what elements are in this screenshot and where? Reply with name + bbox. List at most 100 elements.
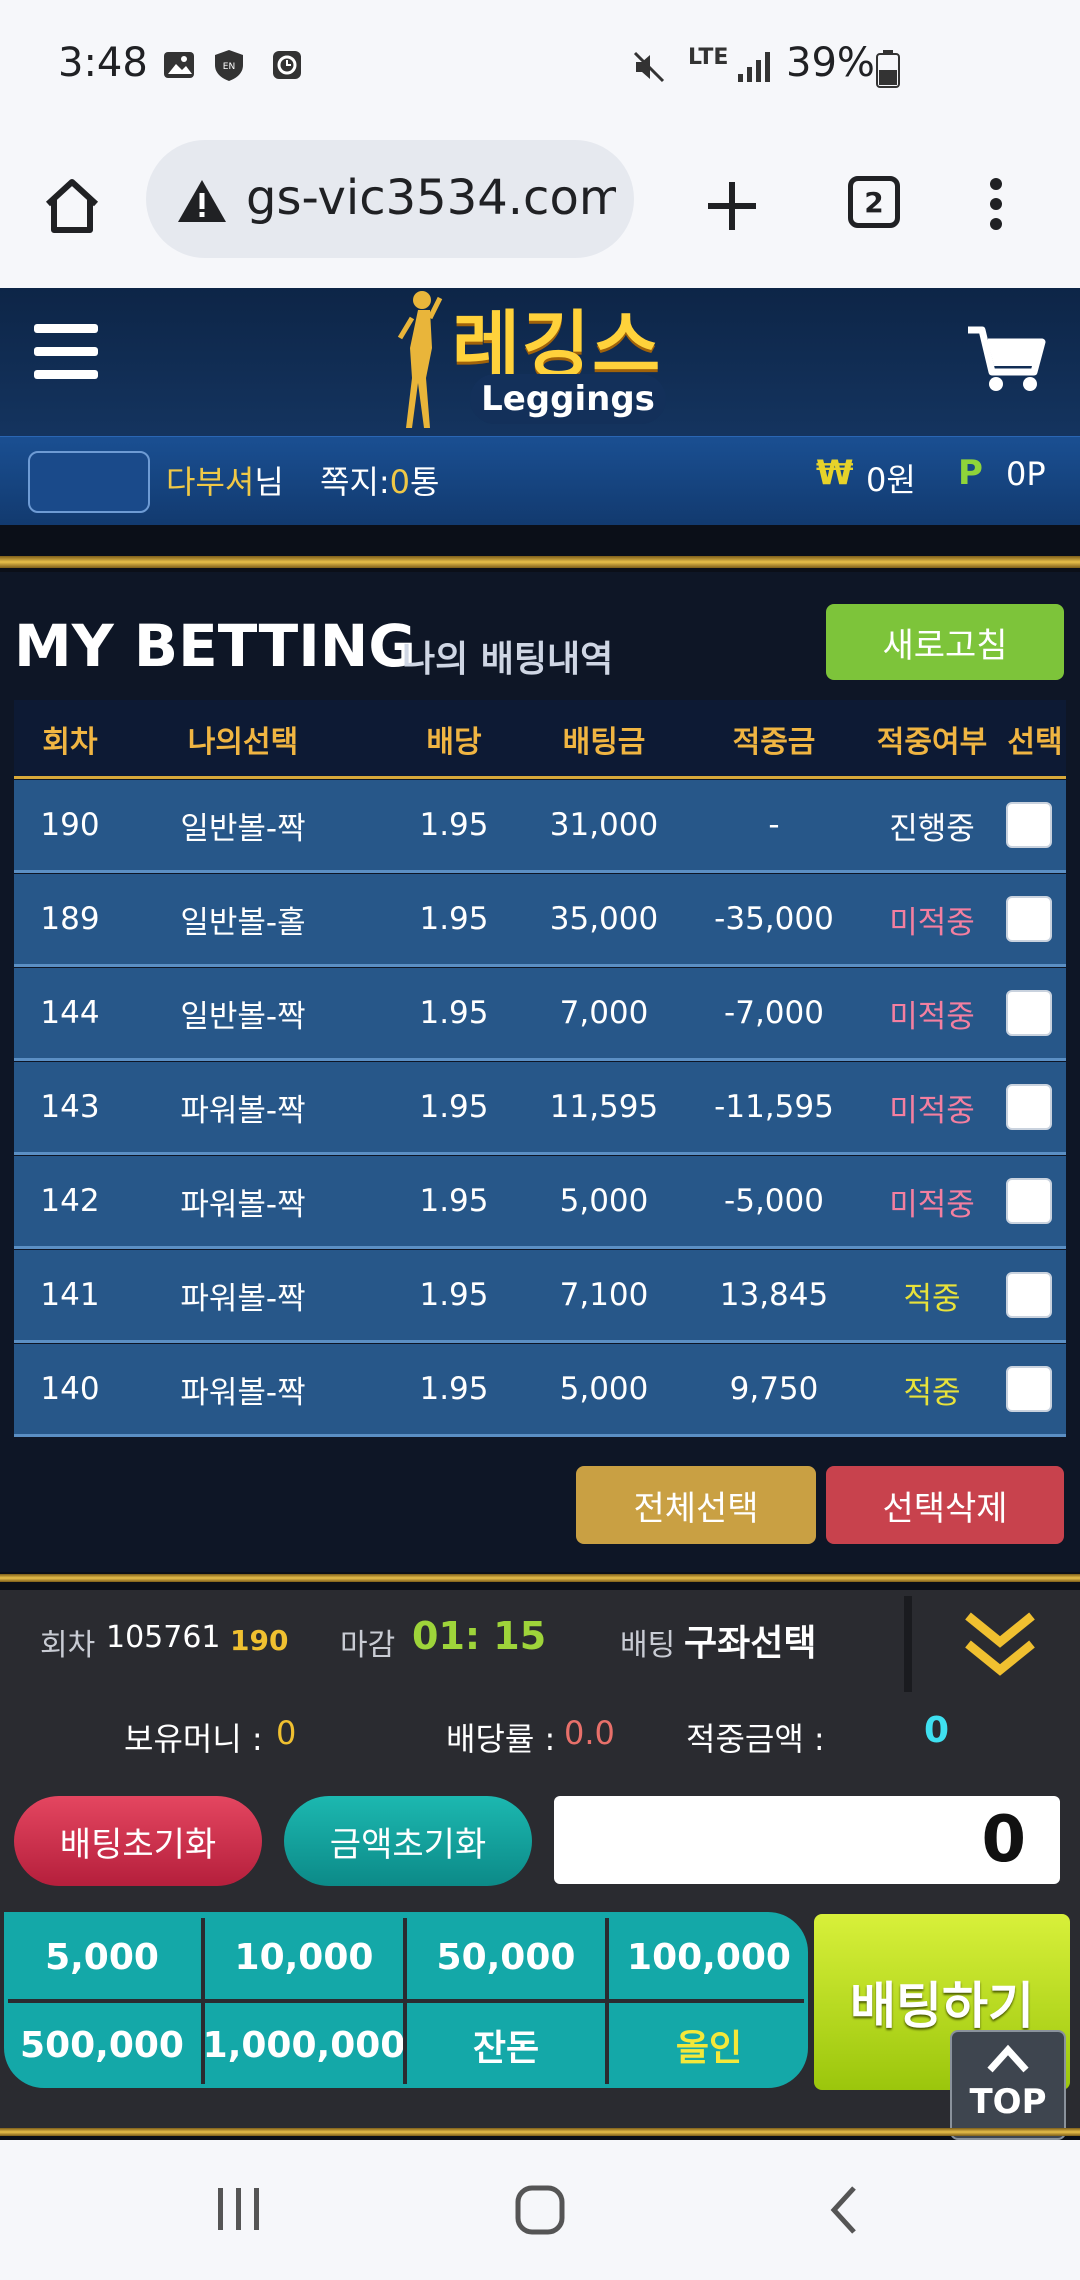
clock-icon <box>273 51 301 79</box>
cell-choice: 파워볼-짝 <box>180 1092 306 1129</box>
round-label: 회차 <box>40 1628 96 1663</box>
arrow-up-icon <box>987 2044 1029 2073</box>
network-type: LTE <box>688 45 729 70</box>
cell-bet: 7,100 <box>559 1277 649 1313</box>
gold-divider <box>0 556 1080 568</box>
more-menu-icon[interactable] <box>984 176 1008 232</box>
win-amount-value: 0 <box>924 1710 950 1751</box>
table-row[interactable]: 140 파워볼-짝 1.95 5,000 9,750 적중 <box>14 1344 1066 1437</box>
cell-bet: 31,000 <box>549 807 659 843</box>
bet-choice: 구좌선택 <box>684 1623 817 1664</box>
amount-chip-button[interactable]: 500,000 <box>8 2006 196 2084</box>
cell-round: 142 <box>40 1183 100 1219</box>
gold-divider <box>0 2128 1080 2136</box>
collapse-chevron-icon[interactable] <box>962 1610 1038 1680</box>
cell-choice: 파워볼-짝 <box>180 1374 306 1411</box>
bet-amount-input[interactable]: 0 <box>554 1796 1060 1884</box>
points-balance: 0P <box>1006 455 1046 493</box>
page-subtitle: 나의 배팅내역 <box>402 639 614 680</box>
hamburger-menu-icon[interactable] <box>34 324 98 380</box>
money-label: 보유머니 : <box>124 1720 263 1758</box>
select-all-button[interactable]: 전체선택 <box>576 1466 816 1544</box>
cell-win: 13,845 <box>719 1277 829 1313</box>
scroll-top-label: TOP <box>969 2082 1047 2122</box>
header-divider <box>14 776 1066 779</box>
url-text[interactable]: gs-vic3534.com <box>246 170 616 226</box>
table-row[interactable]: 143 파워볼-짝 1.95 11,595 -11,595 미적중 <box>14 1062 1066 1155</box>
signal-icon <box>738 52 770 82</box>
cell-result: 적중 <box>903 1374 961 1411</box>
column-header: 적중금 <box>732 725 816 760</box>
battery-icon <box>876 50 900 88</box>
warning-icon[interactable] <box>176 178 228 224</box>
change-button[interactable]: 잔돈 <box>412 2006 600 2084</box>
cell-result: 적중 <box>903 1280 961 1317</box>
recents-icon[interactable] <box>214 2184 264 2234</box>
table-row[interactable]: 144 일반볼-짝 1.95 7,000 -7,000 미적중 <box>14 968 1066 1061</box>
cell-bet: 5,000 <box>559 1183 649 1219</box>
cell-result: 미적중 <box>889 1092 975 1129</box>
cell-odds: 1.95 <box>419 995 489 1031</box>
scroll-top-button[interactable]: TOP <box>950 2030 1066 2140</box>
cell-win: 9,750 <box>729 1371 819 1407</box>
status-bar: 3:48 EN LTE 39% <box>0 0 1080 140</box>
cell-bet: 7,000 <box>559 995 649 1031</box>
rate-value: 0.0 <box>564 1714 615 1752</box>
svg-text:EN: EN <box>223 62 235 72</box>
row-checkbox[interactable] <box>1006 1366 1052 1412</box>
gallery-icon <box>164 52 194 78</box>
reset-bet-button[interactable]: 배팅초기화 <box>14 1796 262 1886</box>
row-checkbox[interactable] <box>1006 896 1052 942</box>
table-row[interactable]: 142 파워볼-짝 1.95 5,000 -5,000 미적중 <box>14 1156 1066 1249</box>
refresh-button[interactable]: 새로고침 <box>826 604 1064 680</box>
cell-round: 143 <box>40 1089 100 1125</box>
user-level-badge[interactable] <box>28 451 150 513</box>
cell-result: 진행중 <box>889 810 975 847</box>
money-value: 0 <box>276 1714 297 1752</box>
all-in-button[interactable]: 올인 <box>614 2006 804 2084</box>
messages-link[interactable]: 쪽지:0통 <box>320 457 439 503</box>
cell-odds: 1.95 <box>419 1183 489 1219</box>
row-checkbox[interactable] <box>1006 802 1052 848</box>
tab-switcher-button[interactable]: 2 <box>848 176 900 228</box>
win-amount-label: 적중금액 : <box>686 1720 825 1758</box>
cell-bet: 35,000 <box>549 901 659 937</box>
cell-round: 144 <box>40 995 100 1031</box>
row-checkbox[interactable] <box>1006 990 1052 1036</box>
amount-chip-button[interactable]: 50,000 <box>412 1918 600 1996</box>
cell-round: 190 <box>40 807 100 843</box>
reset-amount-button[interactable]: 금액초기화 <box>284 1796 532 1886</box>
table-row[interactable]: 190 일반볼-짝 1.95 31,000 - 진행중 <box>14 780 1066 873</box>
deadline-label: 마감 <box>340 1628 396 1663</box>
grid-divider <box>8 1999 804 2003</box>
new-tab-icon[interactable] <box>704 178 760 234</box>
username: 다부셔 <box>166 463 255 501</box>
gold-divider <box>0 1574 1080 1582</box>
amount-chip-button[interactable]: 1,000,000 <box>203 2006 405 2084</box>
table-row[interactable]: 189 일반볼-홀 1.95 35,000 -35,000 미적중 <box>14 874 1066 967</box>
back-icon[interactable] <box>826 2184 862 2236</box>
row-checkbox[interactable] <box>1006 1272 1052 1318</box>
row-checkbox[interactable] <box>1006 1178 1052 1224</box>
amount-chip-button[interactable]: 5,000 <box>8 1918 196 1996</box>
amount-chip-button[interactable]: 10,000 <box>210 1918 398 1996</box>
cell-choice: 파워볼-짝 <box>180 1280 306 1317</box>
cell-win: -5,000 <box>724 1183 824 1219</box>
row-checkbox[interactable] <box>1006 1084 1052 1130</box>
delete-selected-button[interactable]: 선택삭제 <box>826 1466 1064 1544</box>
system-nav-bar <box>0 2140 1080 2280</box>
round-current: 190 <box>230 1624 289 1657</box>
rate-label: 배당률 : <box>446 1720 556 1758</box>
cart-icon[interactable] <box>966 324 1046 394</box>
cell-win: - <box>768 807 780 843</box>
amount-chip-button[interactable]: 100,000 <box>614 1918 804 1996</box>
table-row[interactable]: 141 파워볼-짝 1.95 7,100 13,845 적중 <box>14 1250 1066 1343</box>
cell-odds: 1.95 <box>419 1277 489 1313</box>
column-header: 선택 <box>1007 725 1063 760</box>
cell-odds: 1.95 <box>419 901 489 937</box>
cell-odds: 1.95 <box>419 807 489 843</box>
cell-result: 미적중 <box>889 1186 975 1223</box>
home-nav-icon[interactable] <box>514 2184 566 2236</box>
home-icon[interactable] <box>40 174 104 238</box>
table-header: 회차 나의선택 배당 배팅금 적중금 적중여부 선택 <box>14 700 1066 778</box>
